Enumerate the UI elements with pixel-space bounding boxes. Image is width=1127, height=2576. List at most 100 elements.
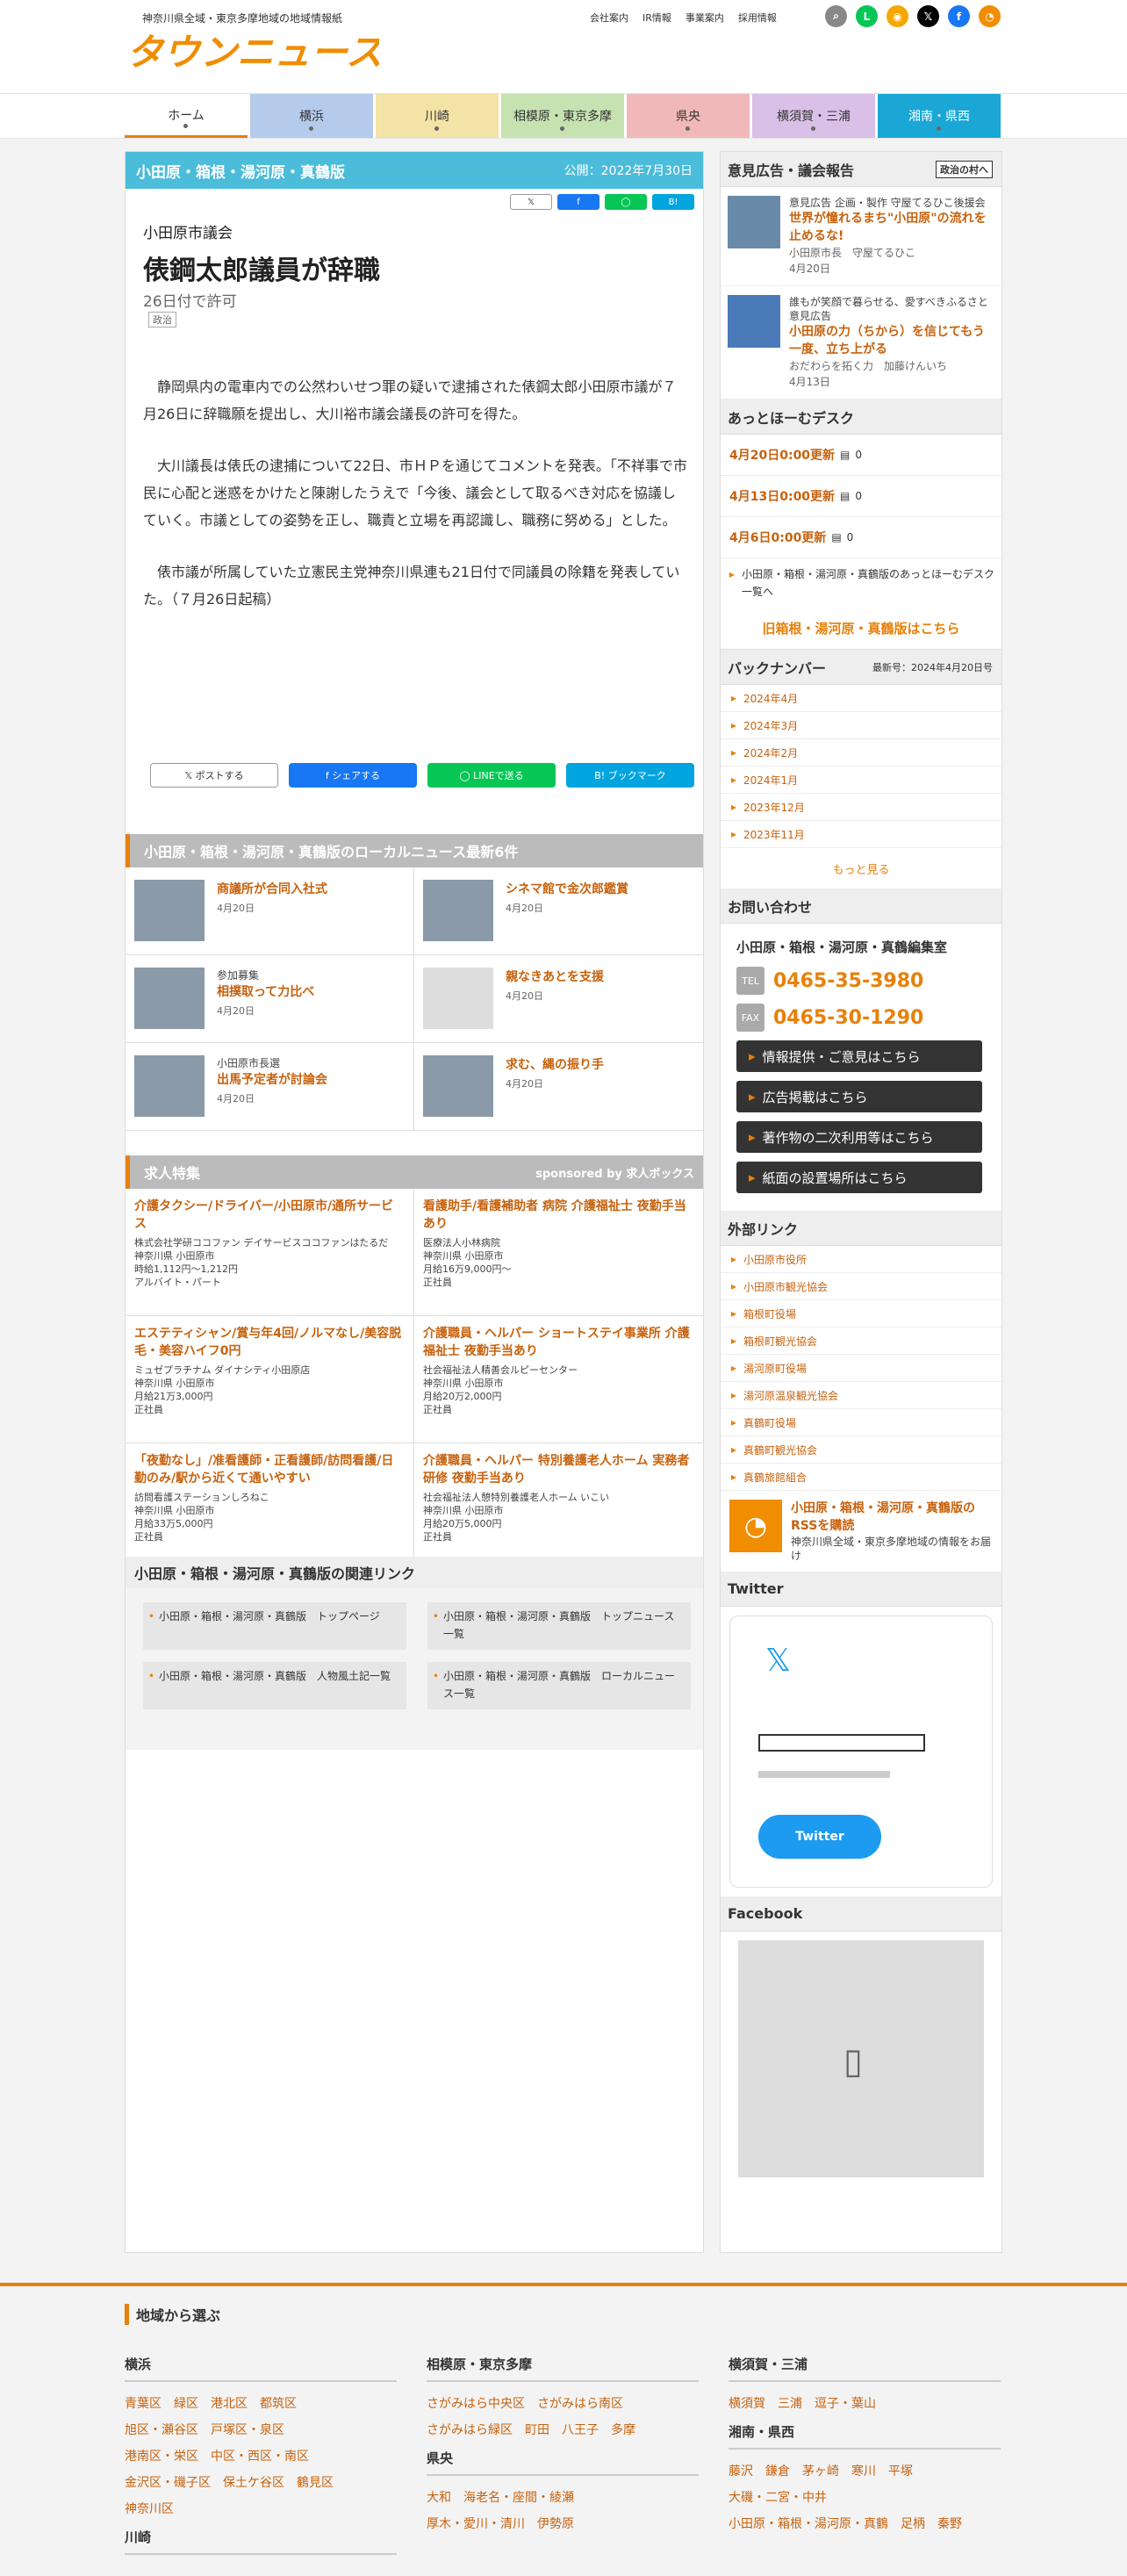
news-date: 4月20日 — [506, 1078, 543, 1090]
more-link[interactable]: もっと見る — [721, 848, 1001, 889]
job-type: 正社員 — [423, 1404, 452, 1415]
rss-icon[interactable]: ◔ — [979, 5, 1001, 27]
copyright-button[interactable]: 著作物の二次利用等はこちら — [736, 1121, 982, 1153]
job-place: 神奈川県 小田原市 — [134, 1505, 215, 1516]
info-button[interactable]: 情報提供・ご意見はこちら — [736, 1040, 982, 1072]
top-links: 会社案内 IR情報 事業案内 採用情報 — [590, 11, 777, 25]
chat-icon[interactable]: ◉ — [887, 5, 908, 27]
backnumber-link[interactable]: 2024年1月 — [721, 766, 1001, 794]
comment-icon: ▤ — [831, 531, 842, 543]
search-icon[interactable]: ⌕ — [825, 5, 847, 27]
external-link[interactable]: 箱根町役場 — [721, 1300, 1001, 1328]
ad-button[interactable]: 広告掲載はこちら — [736, 1081, 982, 1112]
ad-item[interactable]: 意見広告 企画・製作 守屋てるひこ後援会 世界が憧れるまち"小田原"の流れを止め… — [721, 187, 1001, 286]
nav-tab-2[interactable]: 川崎 — [376, 94, 499, 138]
backnumber-link[interactable]: 2023年12月 — [721, 794, 1001, 821]
external-link[interactable]: 小田原市観光協会 — [721, 1273, 1001, 1300]
external-link[interactable]: 箱根町観光協会 — [721, 1328, 1001, 1355]
job-item[interactable]: 介護職員・ヘルパー ショートステイ事業所 介護福祉士 夜勤手当あり 社会福祉法人精… — [414, 1316, 703, 1443]
distribution-button[interactable]: 紙面の設置場所はこちら — [736, 1162, 982, 1193]
news-item[interactable]: 小田原市長選 出馬予定者が討論会 4月20日 — [126, 1043, 414, 1131]
job-type: 正社員 — [423, 1277, 452, 1288]
external-link[interactable]: 湯河原温泉観光協会 — [721, 1382, 1001, 1409]
external-link[interactable]: 湯河原町役場 — [721, 1355, 1001, 1382]
nav-tab-4[interactable]: 県央 — [627, 94, 750, 138]
news-date: 4月20日 — [217, 1005, 255, 1017]
job-item[interactable]: 介護職員・ヘルパー 特別養護老人ホーム 実務者研修 夜勤手当あり 社会福祉法人憩特… — [414, 1443, 703, 1571]
backnumber-link[interactable]: 2024年3月 — [721, 712, 1001, 739]
news-title: 親なきあとを支援 — [506, 970, 604, 984]
related-link[interactable]: 小田原・箱根・湯河原・真鶴版 トップニュース一覧 — [427, 1602, 691, 1650]
job-company: 医療法人小林病院 — [423, 1237, 500, 1248]
x-icon[interactable]: 𝕏 — [917, 5, 939, 27]
related-link[interactable]: 小田原・箱根・湯河原・真鶴版 ローカルニュース一覧 — [427, 1662, 691, 1709]
external-link[interactable]: 真鶴町役場 — [721, 1409, 1001, 1436]
line-share-button[interactable]: ◯ LINEで送る — [427, 763, 556, 788]
site-logo[interactable]: タウンニュース — [125, 30, 379, 74]
rss-icon: ◔ — [729, 1500, 782, 1552]
external-link[interactable]: 真鶴町観光協会 — [721, 1436, 1001, 1464]
company-link[interactable]: 会社案内 — [590, 11, 628, 25]
job-item[interactable]: エステティシャン/賞与年4回/ノルマなし/美容脱毛・美容ハイフ0円 ミュゼプラチナ… — [126, 1316, 414, 1443]
desk-update[interactable]: 4月20日0:00更新 ▤ 0 — [721, 435, 1001, 476]
news-item[interactable]: 参加募集 相撲取って力比べ 4月20日 — [126, 955, 414, 1043]
placeholder-text — [758, 1734, 925, 1752]
backnumber-link[interactable]: 2023年11月 — [721, 821, 1001, 848]
news-item[interactable]: 商議所が合同入社式 4月20日 — [126, 867, 414, 955]
facebook-heading: Facebook — [721, 1896, 1001, 1932]
ads-heading: 意見広告・議会報告 — [728, 162, 855, 179]
job-item[interactable]: 看護助手/看護補助者 病院 介護福祉士 夜勤手当あり 医療法人小林病院 神奈川県 小… — [414, 1189, 703, 1316]
related-link[interactable]: 小田原・箱根・湯河原・真鶴版 トップページ — [143, 1602, 406, 1650]
facebook-share-small[interactable]: f — [557, 194, 599, 210]
backnumber-link[interactable]: 2024年4月 — [721, 685, 1001, 712]
nav-tab-6[interactable]: 湘南・県西 — [878, 94, 1001, 138]
rss-desc: 神奈川県全域・東京多摩地域の情報をお届け — [791, 1536, 992, 1562]
share-top: 𝕏 f ◯ B! — [510, 194, 694, 210]
x-share-small[interactable]: 𝕏 — [510, 194, 552, 210]
edition-name: 小田原・箱根・湯河原・真鶴版 — [136, 163, 345, 182]
old-edition-link[interactable]: 旧箱根・湯河原・真鶴版はこちら — [721, 608, 1001, 650]
twitter-button[interactable]: Twitter — [758, 1815, 881, 1859]
nav-tab-1[interactable]: 横浜 — [250, 94, 373, 138]
job-item[interactable]: 「夜勤なし」/准看護師・正看護師/訪問看護/日勤のみ/駅から近くて通いやすい 訪問… — [126, 1443, 414, 1571]
desk-update[interactable]: 4月13日0:00更新 ▤ 0 — [721, 476, 1001, 517]
nav-tab-0[interactable]: ホーム — [125, 94, 248, 138]
news-item[interactable]: シネマ館で金次郎鑑賞 4月20日 — [414, 867, 703, 955]
external-link[interactable]: 真鶴旅館組合 — [721, 1464, 1001, 1491]
article-body: 静岡県内の電車内での公然わいせつ罪の疑いで逮捕された俵鋼太郎小田原市議が７月26… — [143, 373, 687, 637]
category-tag[interactable]: 政治 — [148, 312, 176, 327]
sidebar: 意見広告・議会報告 政治の村へ 意見広告 企画・製作 守屋てるひこ後援会 世界が… — [720, 151, 1002, 2253]
hatena-share-small[interactable]: B! — [652, 194, 694, 210]
nav-tab-5[interactable]: 横須賀・三浦 — [752, 94, 875, 138]
related-link[interactable]: 小田原・箱根・湯河原・真鶴版 人物風土記一覧 — [143, 1662, 406, 1709]
hatena-share-button[interactable]: B! ブックマーク — [566, 763, 694, 788]
news-item[interactable]: 親なきあとを支援 4月20日 — [414, 955, 703, 1043]
ir-link[interactable]: IR情報 — [642, 11, 671, 25]
news-thumbnail — [423, 1055, 493, 1117]
facebook-icon[interactable]: f — [948, 5, 970, 27]
desk-list-link[interactable]: 小田原・箱根・湯河原・真鶴版のあっとほーむデスク一覧へ — [721, 558, 1001, 608]
desk-update[interactable]: 4月6日0:00更新 ▤ 0 — [721, 517, 1001, 558]
article-paragraph: 大川議長は俵氏の逮捕について22日、市ＨＰを通じてコメントを発表。「不祥事で市民… — [143, 457, 687, 529]
recruit-link[interactable]: 採用情報 — [738, 11, 777, 25]
news-item[interactable]: 求む、縄の振り手 4月20日 — [414, 1043, 703, 1131]
backnumber-link[interactable]: 2024年2月 — [721, 739, 1001, 766]
politics-village-link[interactable]: 政治の村へ — [936, 160, 993, 178]
news-date: 4月20日 — [506, 903, 543, 914]
ad-item[interactable]: 誰もが笑顔で暮らせる、愛すべきふるさと 意見広告 小田原の力（ちから）を信じても… — [721, 286, 1001, 399]
main-column: 小田原・箱根・湯河原・真鶴版 公開：2022年7月30日 𝕏 f ◯ B! 小田… — [125, 151, 704, 2253]
facebook-share-button[interactable]: f シェアする — [289, 763, 417, 788]
line-share-small[interactable]: ◯ — [605, 194, 647, 210]
nav-tab-3[interactable]: 相模原・東京多摩 — [501, 94, 624, 138]
site-header: 神奈川県全域・東京多摩地域の地域情報紙 タウンニュース 会社案内 IR情報 事業… — [0, 0, 1127, 93]
jobs-sponsor[interactable]: sponsored by 求人ボックス — [535, 1164, 694, 1181]
job-item[interactable]: 介護タクシー/ドライバー/小田原市/通所サービス 株式会社学研ココファン デイサー… — [126, 1189, 414, 1316]
backnumber-heading: バックナンバー — [728, 659, 827, 677]
broken-page-icon: ▯ — [843, 2041, 864, 2082]
business-link[interactable]: 事業案内 — [686, 11, 724, 25]
rss-block[interactable]: ◔ 小田原・箱根・湯河原・真鶴版のRSSを購読 神奈川県全域・東京多摩地域の情報… — [721, 1491, 1001, 1572]
x-share-button[interactable]: 𝕏 ポストする — [150, 763, 278, 788]
external-link[interactable]: 小田原市役所 — [721, 1246, 1001, 1273]
line-icon[interactable]: L — [856, 5, 878, 27]
tel-number[interactable]: 0465-35-3980 — [773, 970, 923, 992]
